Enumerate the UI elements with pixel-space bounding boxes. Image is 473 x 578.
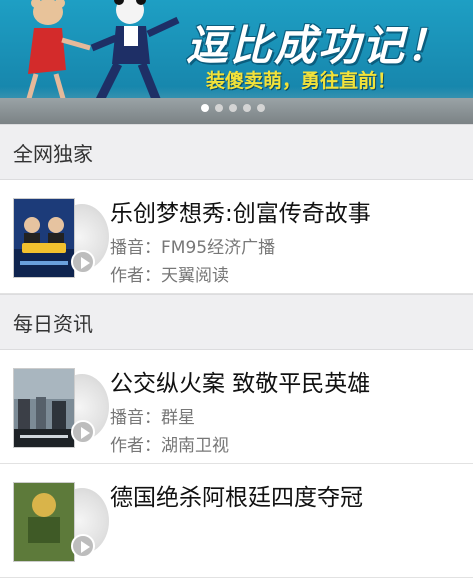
carousel-dot[interactable] (201, 104, 209, 112)
item-broadcaster: 播音：群星 (110, 408, 195, 428)
play-icon[interactable] (71, 534, 95, 558)
list-item[interactable]: 乐创梦想秀:创富传奇故事 播音：FM95经济广播 作者：天翼阅读 (0, 180, 473, 294)
item-title: 乐创梦想秀:创富传奇故事 (110, 201, 371, 227)
banner-title: 逗比成功记！ (186, 21, 451, 70)
section-header-daily-news: 每日资讯 (0, 294, 473, 350)
list-item[interactable]: 德国绝杀阿根廷四度夺冠 (0, 464, 473, 578)
promo-banner[interactable]: 逗比成功记！ 装傻卖萌，勇往直前！ (0, 0, 473, 124)
list-item[interactable]: 公交纵火案 致敬平民英雄 播音：群星 作者：湖南卫视 (0, 350, 473, 464)
carousel-dot[interactable] (229, 104, 237, 112)
item-author: 作者：天翼阅读 (110, 266, 229, 286)
cover-image (13, 198, 75, 278)
carousel-dot[interactable] (257, 104, 265, 112)
cover-image (13, 368, 75, 448)
carousel-dot[interactable] (215, 104, 223, 112)
cover-image (13, 482, 75, 562)
item-title: 公交纵火案 致敬平民英雄 (110, 371, 371, 397)
play-icon[interactable] (71, 250, 95, 274)
carousel-pagination (201, 104, 265, 112)
section-header-exclusive: 全网独家 (0, 124, 473, 180)
audio-thumbnail[interactable] (13, 198, 109, 278)
play-icon[interactable] (71, 420, 95, 444)
audio-thumbnail[interactable] (13, 482, 109, 562)
banner-subtitle: 装傻卖萌，勇往直前！ (206, 70, 397, 92)
item-author: 作者：湖南卫视 (110, 436, 229, 456)
carousel-dot[interactable] (243, 104, 251, 112)
audio-thumbnail[interactable] (13, 368, 109, 448)
item-broadcaster: 播音：FM95经济广播 (110, 238, 276, 258)
